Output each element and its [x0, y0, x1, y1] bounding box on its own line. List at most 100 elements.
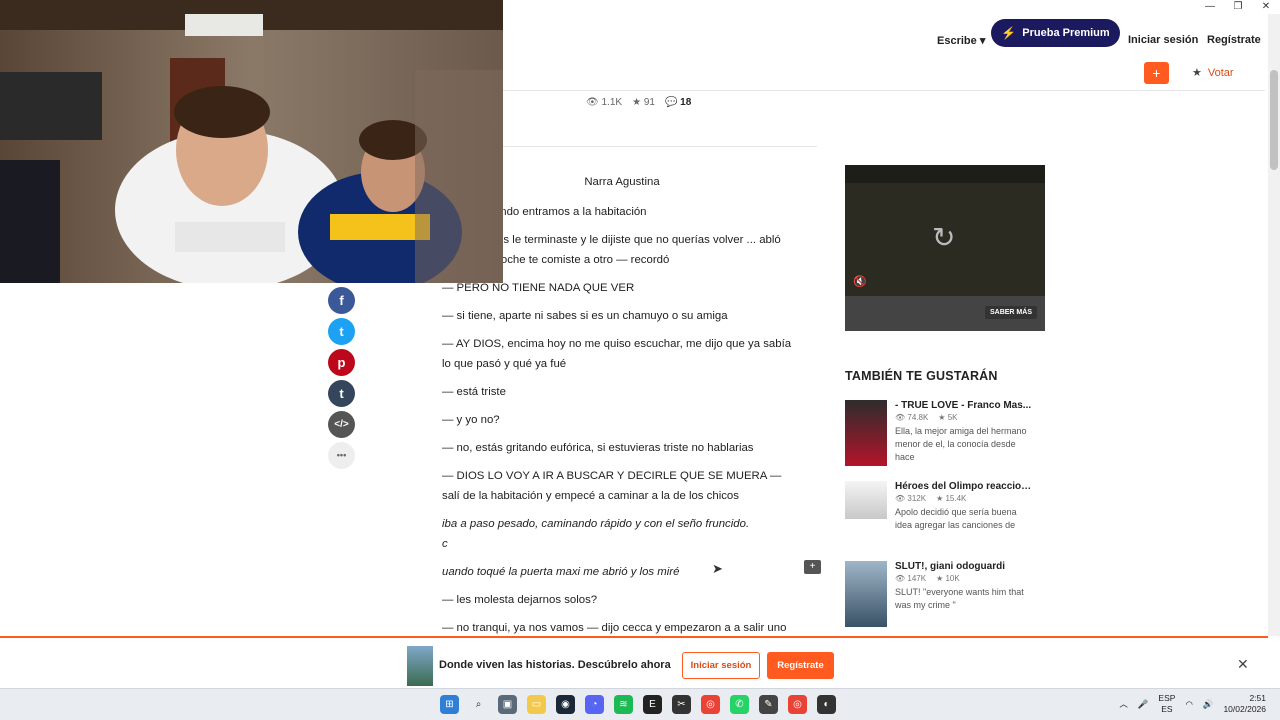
add-to-list-button[interactable]: +	[1144, 62, 1169, 84]
clock[interactable]: 2:51 10/02/2026	[1223, 693, 1266, 715]
chevron-up-icon[interactable]: ︿	[1119, 698, 1128, 710]
close-icon[interactable]: ✕	[1237, 656, 1249, 673]
obs-icon[interactable]: ◐	[817, 695, 836, 714]
comments-stat[interactable]: 💬 18	[665, 97, 691, 108]
embed-icon[interactable]: </>	[328, 411, 355, 438]
book-description: SLUT! "everyone wants him that was my cr…	[895, 587, 1024, 610]
recommendation-item[interactable]: Héroes del Olimpo reacciona... 👁 312K ★ 1…	[845, 481, 1040, 547]
reads-stat: 👁 1.1K	[586, 97, 622, 108]
book-description: Ella, la mejor amiga del hermano menor d…	[895, 426, 1027, 462]
book-title[interactable]: SLUT!, giani odoguardi	[895, 561, 1035, 572]
ad-footer: SABER MÁS	[845, 296, 1045, 331]
search-icon[interactable]: ⌕	[469, 695, 488, 714]
book-description: Apolo decidió que sería buena idea agreg…	[895, 507, 1017, 530]
story-paragraph: — AY DIOS, encima hoy no me quiso escuch…	[442, 338, 792, 370]
more-icon[interactable]: •••	[328, 442, 355, 469]
story-paragraph: iba a paso pesado, caminando rápido y co…	[442, 518, 750, 530]
star-icon: ★	[632, 97, 642, 108]
discord-icon[interactable]: ◔	[585, 695, 604, 714]
reads-count: 👁 74.8K	[895, 413, 929, 422]
star-icon: ★	[1192, 67, 1202, 79]
pinterest-icon[interactable]: p	[328, 349, 355, 376]
vote-button[interactable]: ★ Votar	[1192, 66, 1234, 79]
caret-down-icon: ▾	[979, 35, 986, 47]
recommendation-item[interactable]: - TRUE LOVE - Franco Mas... 👁 74.8K ★ 5K …	[845, 400, 1040, 466]
window-controls: — ❐ ✕	[500, 0, 1280, 14]
recommendation-item[interactable]: SLUT!, giani odoguardi 👁 147K ★ 10K SLUT!…	[845, 561, 1040, 627]
book-cover	[845, 481, 887, 519]
language-indicator[interactable]: ESP ES	[1158, 693, 1175, 715]
tumblr-icon[interactable]: t	[328, 380, 355, 407]
chrome-icon[interactable]: ◎	[701, 695, 720, 714]
banner-text: Donde viven las historias. Descúbrelo ah…	[439, 659, 671, 671]
votes-count: ★ 10K	[936, 574, 960, 583]
story-paragraph: — no, estás gritando eufórica, si estuvi…	[442, 442, 754, 454]
story-paragraph: — y yo no?	[442, 414, 500, 426]
ad-header	[845, 165, 1045, 183]
time-label: 2:51	[1249, 693, 1266, 703]
votes-stat: ★ 91	[632, 97, 655, 108]
epic-games-icon[interactable]: E	[643, 695, 662, 714]
replay-icon[interactable]: ↻	[932, 221, 955, 254]
banner-login-button[interactable]: Iniciar sesión	[682, 652, 760, 679]
windows-start-icon[interactable]: ⊞	[440, 695, 459, 714]
mouse-cursor-icon: ➤	[712, 561, 723, 576]
taskbar-apps: ⊞ ⌕ ▣ ▭ ◉ ◔ ≋ E ✂ ◎ ✆ ✎ ◎ ◐	[440, 695, 836, 714]
steam-icon[interactable]: ◉	[556, 695, 575, 714]
book-cover	[845, 561, 887, 627]
write-label: Escribe	[937, 35, 977, 47]
book-stats: 👁 312K ★ 15.4K	[895, 494, 966, 503]
inline-comment-icon[interactable]: +	[804, 560, 821, 574]
minimize-button[interactable]: —	[1196, 0, 1224, 14]
scrollbar-thumb[interactable]	[1270, 70, 1278, 170]
mute-icon[interactable]: 🔇	[853, 275, 867, 288]
votes-count: 91	[643, 97, 655, 108]
wifi-icon[interactable]: ◠	[1185, 699, 1192, 710]
story-paragraph: uando toqué la puerta maxi me abrió y lo…	[442, 566, 680, 578]
file-explorer-icon[interactable]: ▭	[527, 695, 546, 714]
page-scrollbar[interactable]	[1268, 14, 1280, 636]
votes-count: ★ 15.4K	[936, 494, 967, 503]
eye-icon: 👁	[586, 97, 599, 108]
video-ad[interactable]: ↻ 🔇 SABER MÁS	[845, 165, 1045, 331]
login-link[interactable]: Iniciar sesión	[1128, 34, 1198, 46]
reads-count: 👁 147K	[895, 574, 927, 583]
facebook-icon[interactable]: f	[328, 287, 355, 314]
story-stats: 👁 1.1K ★ 91 💬 18	[586, 97, 691, 108]
chrome-profile-icon[interactable]: ◎	[788, 695, 807, 714]
story-paragraph: — está triste	[442, 386, 506, 398]
bolt-icon: ⚡	[1001, 26, 1017, 40]
snipping-tool-icon[interactable]: ✎	[759, 695, 778, 714]
banner-thumbnail	[407, 646, 433, 686]
comments-count: 18	[680, 97, 692, 108]
signup-link[interactable]: Regístrate	[1207, 34, 1261, 46]
vote-label: Votar	[1207, 67, 1234, 79]
book-cover	[845, 400, 887, 466]
book-title[interactable]: Héroes del Olimpo reacciona...	[895, 481, 1035, 492]
volume-icon[interactable]: 🔊	[1203, 699, 1214, 710]
learn-more-button[interactable]: SABER MÁS	[984, 306, 1037, 319]
twitter-icon[interactable]: t	[328, 318, 355, 345]
microphone-icon[interactable]: 🎤	[1138, 699, 1149, 710]
book-title[interactable]: - TRUE LOVE - Franco Mas...	[895, 400, 1035, 411]
maximize-button[interactable]: ❐	[1224, 0, 1252, 14]
story-paragraph: — si tiene, aparte ni sabes si es un cha…	[442, 310, 728, 322]
close-window-button[interactable]: ✕	[1252, 0, 1280, 14]
top-navigation: Escribe ▾ Iniciar sesión Regístrate	[503, 14, 1265, 54]
signup-banner: Donde viven las historias. Descúbrelo ah…	[0, 636, 1268, 688]
comment-icon: 💬	[664, 97, 678, 108]
votes-count: ★ 5K	[938, 413, 958, 422]
write-menu[interactable]: Escribe ▾	[937, 34, 985, 47]
banner-signup-button[interactable]: Regístrate	[767, 652, 834, 679]
whatsapp-icon[interactable]: ✆	[730, 695, 749, 714]
premium-button[interactable]: ⚡ Prueba Premium	[991, 19, 1120, 47]
spotify-icon[interactable]: ≋	[614, 695, 633, 714]
reads-count: 👁 312K	[895, 494, 927, 503]
divider	[503, 146, 817, 147]
premium-label: Prueba Premium	[1022, 27, 1110, 39]
task-view-icon[interactable]: ▣	[498, 695, 517, 714]
story-paragraph: — les molesta dejarnos solos?	[442, 594, 598, 606]
book-stats: 👁 74.8K ★ 5K	[895, 413, 958, 422]
capcut-icon[interactable]: ✂	[672, 695, 691, 714]
book-stats: 👁 147K ★ 10K	[895, 574, 960, 583]
